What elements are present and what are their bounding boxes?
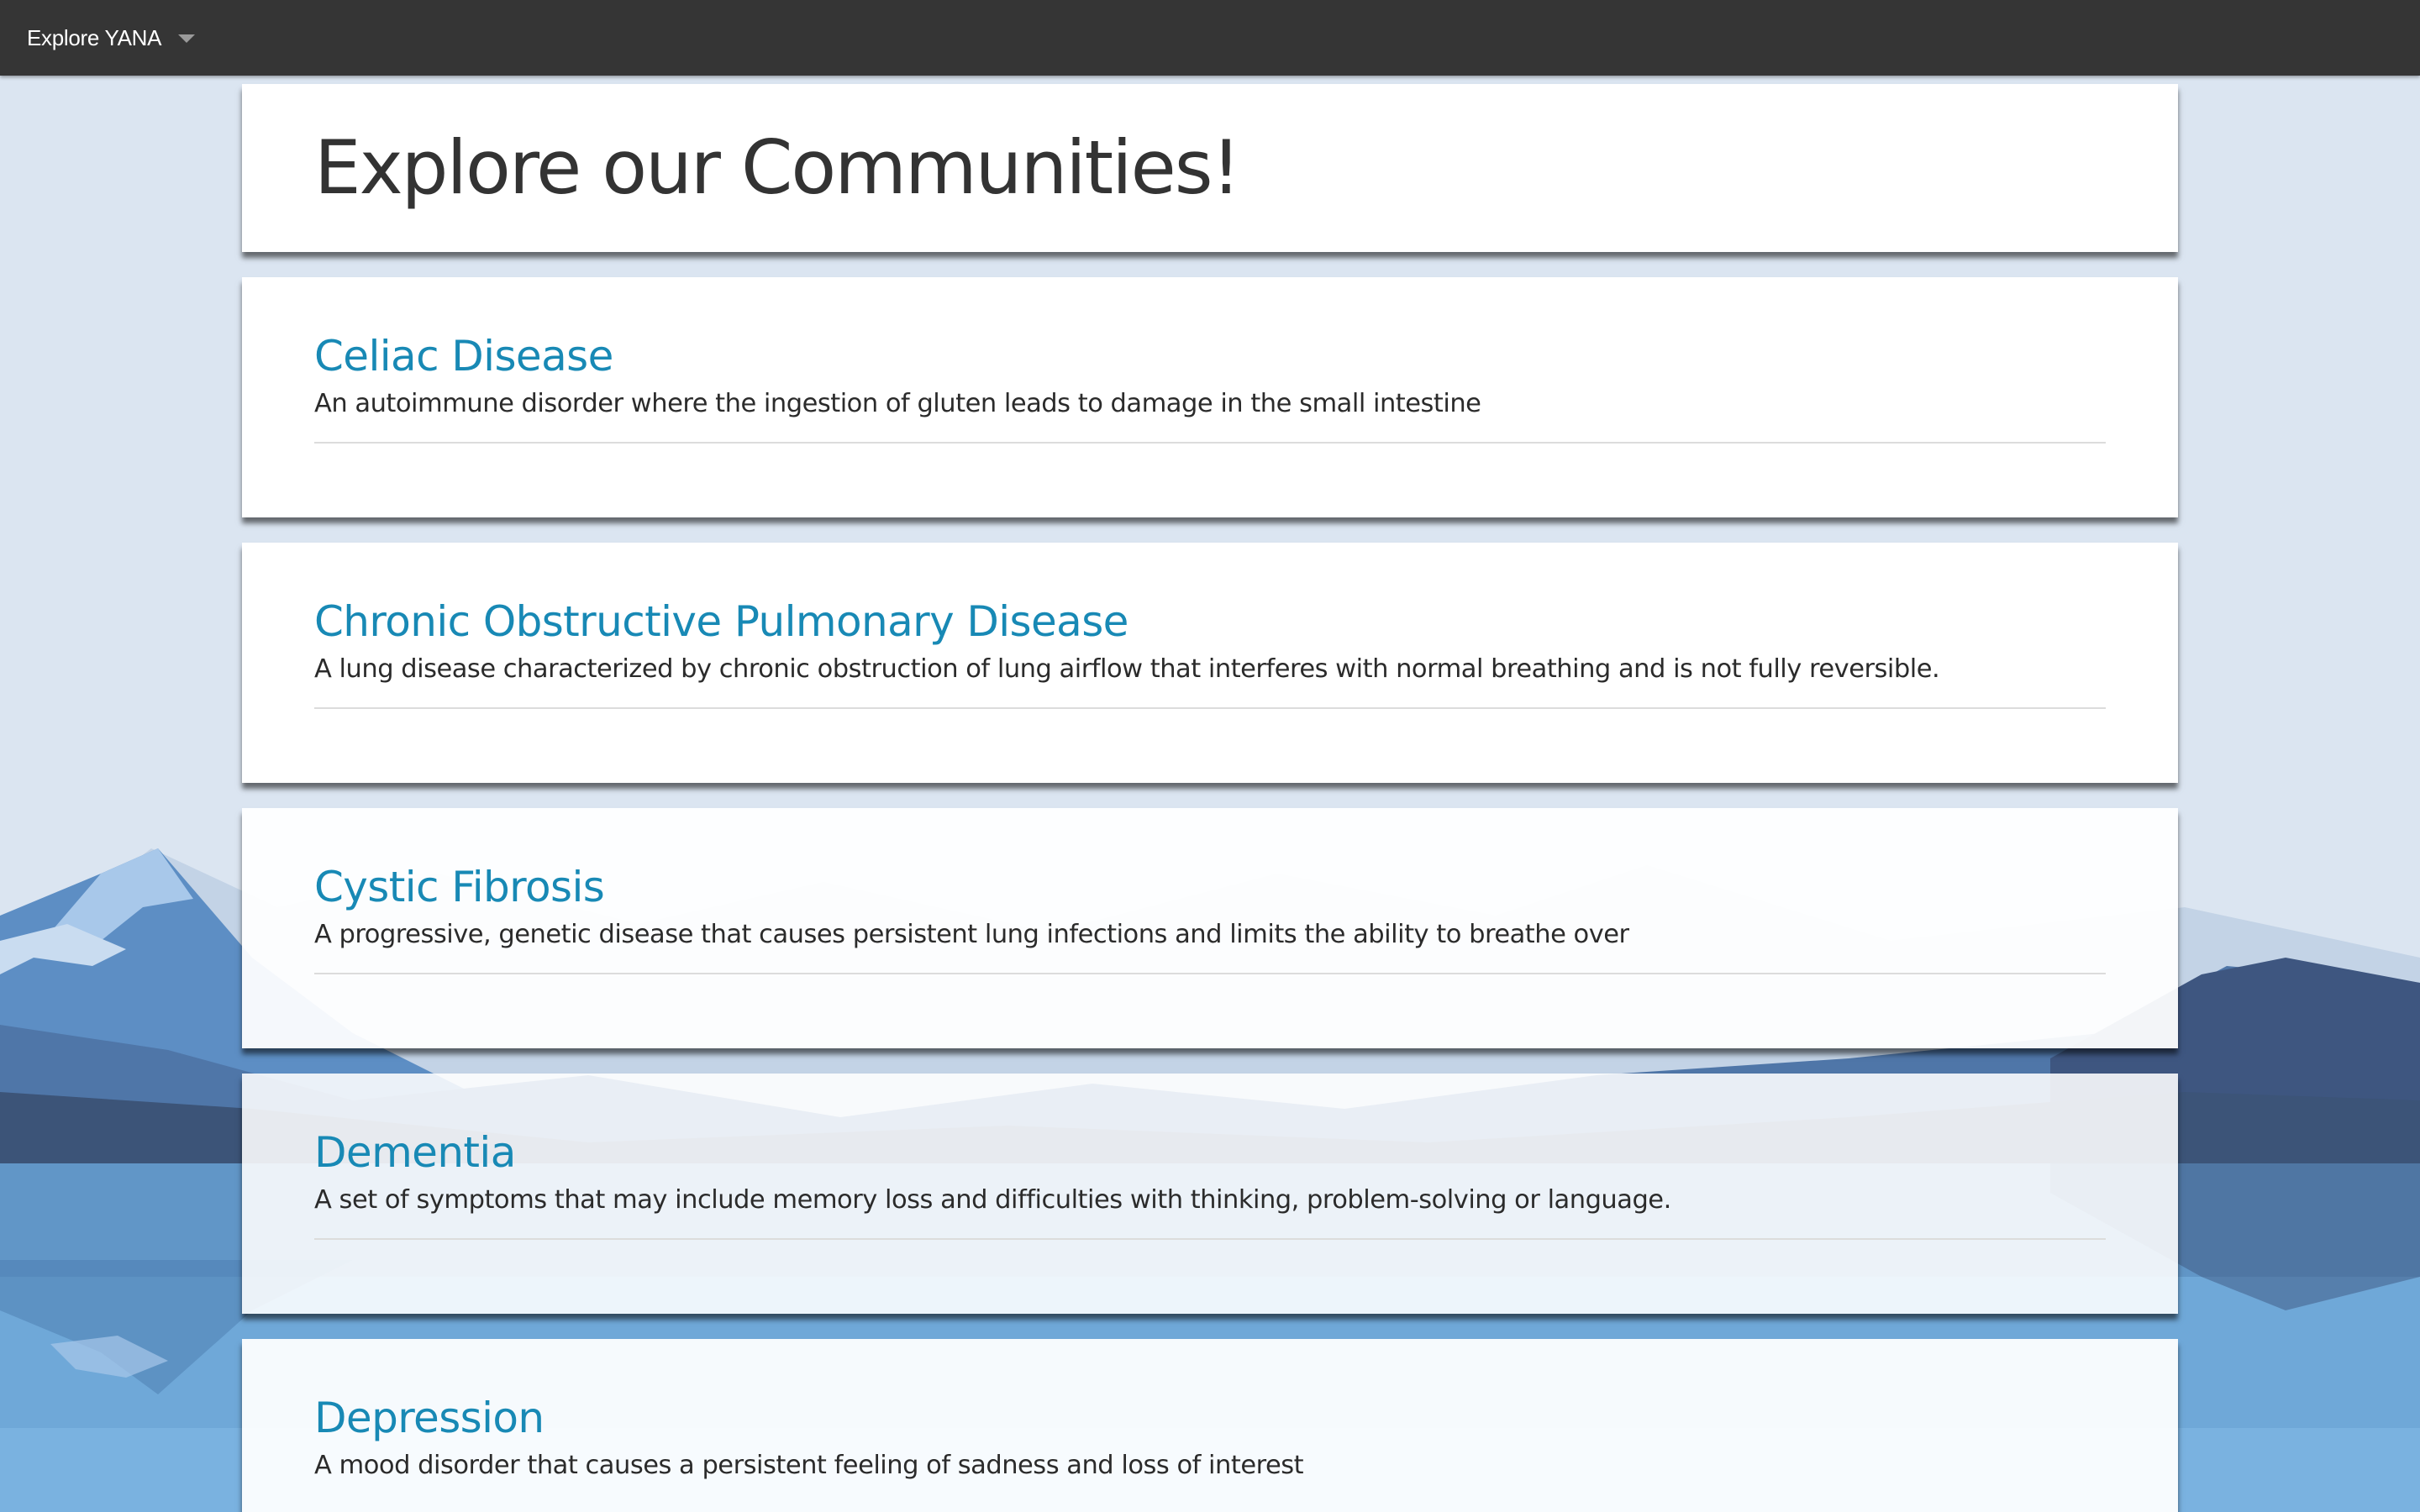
card-divider (314, 973, 2106, 974)
community-card-depression: Depression A mood disorder that causes a… (242, 1339, 2178, 1512)
community-link[interactable]: Chronic Obstructive Pulmonary Disease (314, 595, 2106, 648)
community-description: A set of symptoms that may include memor… (314, 1185, 1671, 1215)
card-divider (314, 1238, 2106, 1240)
caret-down-icon (178, 34, 196, 43)
card-divider (314, 707, 2106, 709)
explore-yana-dropdown[interactable]: Explore YANA (27, 24, 196, 52)
community-description: A mood disorder that causes a persistent… (314, 1451, 1304, 1480)
top-navbar: Explore YANA (0, 0, 2420, 76)
community-link[interactable]: Cystic Fibrosis (314, 860, 2106, 914)
community-link[interactable]: Dementia (314, 1126, 2106, 1179)
community-link[interactable]: Celiac Disease (314, 329, 2106, 383)
page-title: Explore our Communities! (314, 123, 1241, 211)
community-card-dementia: Dementia A set of symptoms that may incl… (242, 1074, 2178, 1314)
community-description: A lung disease characterized by chronic … (314, 654, 1940, 684)
main-content: Explore our Communities! Celiac Disease … (242, 84, 2178, 1512)
community-description: An autoimmune disorder where the ingesti… (314, 389, 1481, 418)
community-card-celiac: Celiac Disease An autoimmune disorder wh… (242, 277, 2178, 517)
card-divider (314, 442, 2106, 444)
community-description: A progressive, genetic disease that caus… (314, 920, 1629, 949)
community-card-copd: Chronic Obstructive Pulmonary Disease A … (242, 543, 2178, 783)
page-header-card: Explore our Communities! (242, 84, 2178, 252)
explore-yana-label: Explore YANA (27, 24, 162, 50)
community-card-cystic-fibrosis: Cystic Fibrosis A progressive, genetic d… (242, 808, 2178, 1048)
community-link[interactable]: Depression (314, 1391, 2106, 1445)
